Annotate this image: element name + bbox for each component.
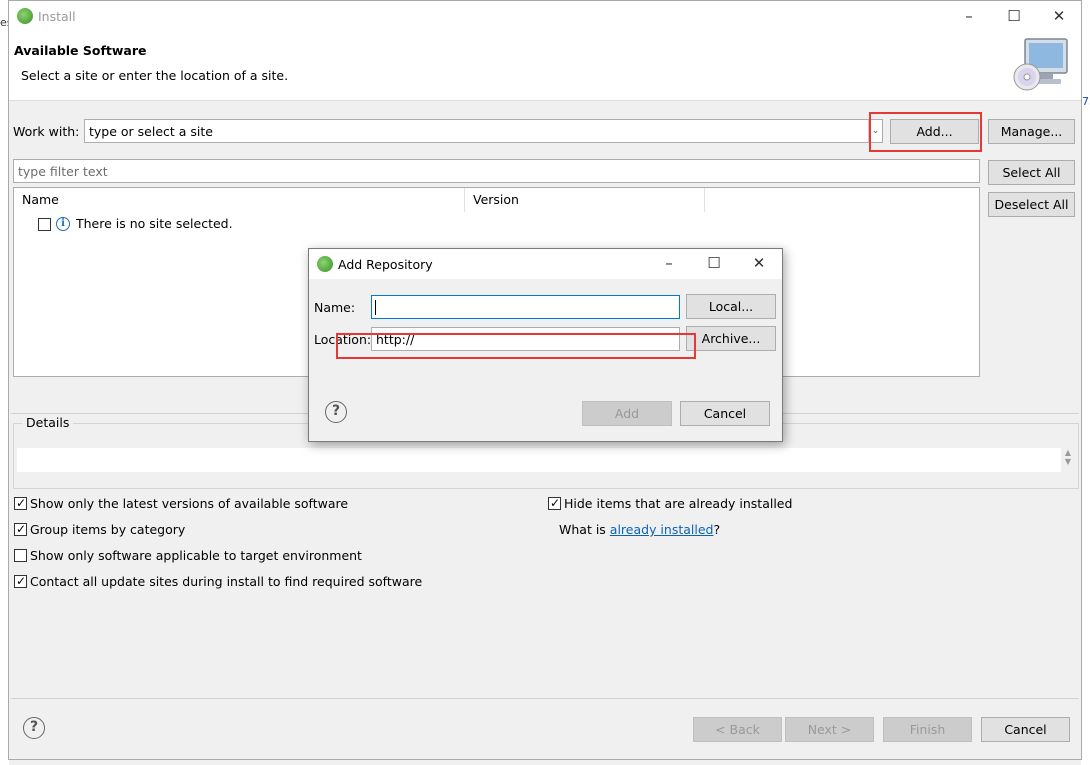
what-is-installed: What is already installed? [559, 522, 720, 537]
minimize-icon[interactable]: – [959, 7, 979, 25]
footer-divider [11, 698, 1079, 699]
column-header-name[interactable]: Name [14, 188, 465, 212]
highlight-add-button [869, 112, 982, 152]
column-header-version[interactable]: Version [465, 188, 705, 212]
eclipse-leaf-icon [317, 256, 333, 272]
work-with-label: Work with: [13, 124, 80, 139]
checkbox-hide-installed[interactable] [548, 495, 561, 511]
manage-button[interactable]: Manage... [988, 119, 1075, 144]
name-field[interactable] [371, 295, 680, 319]
option-contact-sites-label: Contact all update sites during install … [30, 574, 423, 589]
dialog-close-icon[interactable]: ✕ [749, 254, 769, 272]
select-all-button[interactable]: Select All [988, 160, 1075, 185]
name-label: Name: [314, 300, 356, 315]
background-right: 75 [1081, 0, 1090, 765]
details-text-area[interactable] [17, 448, 1061, 472]
filter-input[interactable] [13, 159, 980, 183]
what-is-prefix: What is [559, 522, 610, 537]
dialog-title-bar: Add Repository – ☐ ✕ [309, 249, 782, 279]
details-label: Details [22, 415, 74, 430]
table-row[interactable]: i There is no site selected. [38, 216, 438, 234]
window-title: Install [38, 9, 76, 24]
dialog-maximize-icon[interactable]: ☐ [704, 254, 724, 272]
text-cursor [375, 300, 376, 315]
details-scrollbar[interactable]: ▲ ▼ [1062, 448, 1074, 472]
info-icon: i [56, 217, 70, 231]
cancel-button[interactable]: Cancel [981, 717, 1070, 742]
checkbox-contact-sites[interactable] [14, 573, 27, 589]
finish-button[interactable]: Finish [883, 717, 972, 742]
local-button[interactable]: Local... [686, 294, 776, 319]
background-text-right: 75 [1082, 95, 1090, 108]
dialog-title: Add Repository [338, 257, 433, 272]
maximize-icon[interactable]: ☐ [1004, 7, 1024, 25]
archive-button[interactable]: Archive... [686, 326, 776, 351]
next-button[interactable]: Next > [785, 717, 874, 742]
checkbox-latest-versions[interactable] [14, 495, 27, 511]
highlight-location-field [336, 333, 696, 359]
help-icon[interactable]: ? [23, 717, 45, 739]
option-group-by-category-label: Group items by category [30, 522, 186, 537]
install-computer-icon [1013, 38, 1068, 91]
page-subtitle: Select a site or enter the location of a… [21, 68, 289, 83]
dialog-help-icon[interactable]: ? [325, 401, 347, 423]
checkbox-group-by-category[interactable] [14, 521, 27, 537]
work-with-combo[interactable]: type or select a site ⌄ [84, 119, 883, 143]
option-target-env-label: Show only software applicable to target … [30, 548, 362, 563]
option-latest-versions-label: Show only the latest versions of availab… [30, 496, 349, 511]
back-button[interactable]: < Back [693, 717, 782, 742]
empty-message: There is no site selected. [76, 216, 233, 231]
deselect-all-button[interactable]: Deselect All [988, 192, 1075, 217]
checkbox-target-env[interactable] [14, 549, 27, 562]
page-title: Available Software [14, 43, 147, 58]
already-installed-link[interactable]: already installed [610, 522, 714, 537]
dialog-cancel-button[interactable]: Cancel [680, 401, 770, 426]
row-checkbox[interactable] [38, 218, 51, 231]
what-is-suffix: ? [713, 522, 721, 537]
title-bar: Install – ☐ ✕ [9, 1, 1081, 31]
option-hide-installed-label: Hide items that are already installed [564, 496, 793, 511]
work-with-value: type or select a site [89, 124, 213, 139]
wizard-header: Available Software Select a site or ente… [9, 31, 1081, 101]
dialog-minimize-icon[interactable]: – [659, 254, 679, 272]
dialog-add-button[interactable]: Add [582, 401, 672, 426]
eclipse-leaf-icon [17, 8, 33, 24]
close-icon[interactable]: ✕ [1049, 7, 1069, 25]
